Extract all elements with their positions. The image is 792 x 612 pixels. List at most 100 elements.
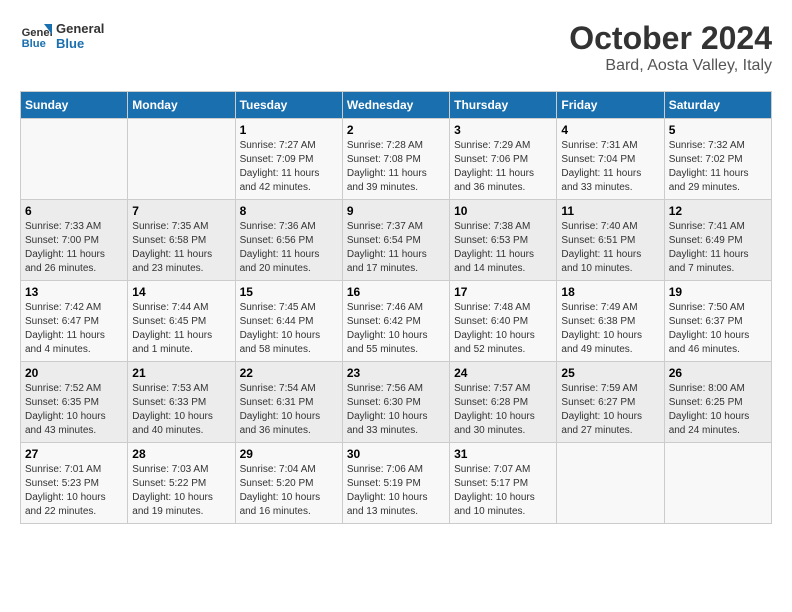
calendar-cell: 16 Sunrise: 7:46 AMSunset: 6:42 PMDayligh… <box>342 281 449 362</box>
calendar-cell: 10Sunrise: 7:38 AMSunset: 6:53 PMDayligh… <box>450 200 557 281</box>
day-number: 1 <box>240 123 338 137</box>
day-info: Sunrise: 7:45 AMSunset: 6:44 PMDaylight:… <box>240 301 338 357</box>
calendar-cell: 2Sunrise: 7:28 AMSunset: 7:08 PMDaylight… <box>342 119 449 200</box>
day-number: 19 <box>669 285 767 299</box>
calendar-cell: 19 Sunrise: 7:50 AMSunset: 6:37 PMDayligh… <box>664 281 771 362</box>
calendar-cell: 27Sunrise: 7:01 AMSunset: 5:23 PMDayligh… <box>21 443 128 524</box>
weekday-header: Sunday <box>21 92 128 119</box>
calendar-cell: 18Sunrise: 7:49 AMSunset: 6:38 PMDayligh… <box>557 281 664 362</box>
calendar-title: October 2024 <box>569 20 772 57</box>
day-info: Sunrise: 7:28 AMSunset: 7:08 PMDaylight:… <box>347 139 445 195</box>
weekday-header: Thursday <box>450 92 557 119</box>
day-info: Sunrise: 7:49 AMSunset: 6:38 PMDaylight:… <box>561 301 659 357</box>
day-info: Sunrise: 7:31 AMSunset: 7:04 PMDaylight:… <box>561 139 659 195</box>
calendar-cell: 7Sunrise: 7:35 AMSunset: 6:58 PMDaylight… <box>128 200 235 281</box>
day-number: 31 <box>454 447 552 461</box>
day-number: 14 <box>132 285 230 299</box>
calendar-cell: 14 Sunrise: 7:44 AMSunset: 6:45 PMDayligh… <box>128 281 235 362</box>
weekday-header: Monday <box>128 92 235 119</box>
calendar-cell: 30 Sunrise: 7:06 AMSunset: 5:19 PMDayligh… <box>342 443 449 524</box>
calendar-cell <box>664 443 771 524</box>
day-number: 30 <box>347 447 445 461</box>
title-block: October 2024 Bard, Aosta Valley, Italy <box>569 20 772 75</box>
day-info: Sunrise: 7:42 AMSunset: 6:47 PMDaylight:… <box>25 301 123 357</box>
calendar-cell <box>557 443 664 524</box>
calendar-cell: 23Sunrise: 7:56 AMSunset: 6:30 PMDayligh… <box>342 362 449 443</box>
day-info: Sunrise: 7:46 AMSunset: 6:42 PMDaylight:… <box>347 301 445 357</box>
day-info: Sunrise: 7:27 AMSunset: 7:09 PMDaylight:… <box>240 139 338 195</box>
svg-text:Blue: Blue <box>22 38 46 50</box>
calendar-cell: 11 Sunrise: 7:40 AMSunset: 6:51 PMDayligh… <box>557 200 664 281</box>
calendar-subtitle: Bard, Aosta Valley, Italy <box>569 57 772 75</box>
calendar-week-row: 27Sunrise: 7:01 AMSunset: 5:23 PMDayligh… <box>21 443 772 524</box>
day-info: Sunrise: 7:59 AMSunset: 6:27 PMDaylight:… <box>561 382 659 438</box>
weekday-header: Saturday <box>664 92 771 119</box>
calendar-week-row: 20Sunrise: 7:52 AMSunset: 6:35 PMDayligh… <box>21 362 772 443</box>
calendar-cell: 6 Sunrise: 7:33 AMSunset: 7:00 PMDaylight… <box>21 200 128 281</box>
day-number: 17 <box>454 285 552 299</box>
calendar-cell: 5 Sunrise: 7:32 AMSunset: 7:02 PMDaylight… <box>664 119 771 200</box>
calendar-cell: 8 Sunrise: 7:36 AMSunset: 6:56 PMDaylight… <box>235 200 342 281</box>
logo: General Blue General Blue <box>20 20 104 52</box>
day-info: Sunrise: 7:54 AMSunset: 6:31 PMDaylight:… <box>240 382 338 438</box>
calendar-cell: 24Sunrise: 7:57 AMSunset: 6:28 PMDayligh… <box>450 362 557 443</box>
calendar-cell: 13 Sunrise: 7:42 AMSunset: 6:47 PMDayligh… <box>21 281 128 362</box>
day-number: 29 <box>240 447 338 461</box>
day-info: Sunrise: 7:07 AMSunset: 5:17 PMDaylight:… <box>454 463 552 519</box>
day-info: Sunrise: 7:33 AMSunset: 7:00 PMDaylight:… <box>25 220 123 276</box>
calendar-week-row: 13 Sunrise: 7:42 AMSunset: 6:47 PMDayligh… <box>21 281 772 362</box>
calendar-cell: 21Sunrise: 7:53 AMSunset: 6:33 PMDayligh… <box>128 362 235 443</box>
day-number: 6 <box>25 204 123 218</box>
logo-icon: General Blue <box>20 20 52 52</box>
day-number: 21 <box>132 366 230 380</box>
day-number: 13 <box>25 285 123 299</box>
day-info: Sunrise: 7:57 AMSunset: 6:28 PMDaylight:… <box>454 382 552 438</box>
day-number: 23 <box>347 366 445 380</box>
calendar-week-row: 1 Sunrise: 7:27 AMSunset: 7:09 PMDaylight… <box>21 119 772 200</box>
day-info: Sunrise: 7:40 AMSunset: 6:51 PMDaylight:… <box>561 220 659 276</box>
weekday-header: Tuesday <box>235 92 342 119</box>
calendar-cell: 12 Sunrise: 7:41 AMSunset: 6:49 PMDayligh… <box>664 200 771 281</box>
day-info: Sunrise: 7:50 AMSunset: 6:37 PMDaylight:… <box>669 301 767 357</box>
day-info: Sunrise: 7:06 AMSunset: 5:19 PMDaylight:… <box>347 463 445 519</box>
day-number: 26 <box>669 366 767 380</box>
day-number: 27 <box>25 447 123 461</box>
day-info: Sunrise: 7:35 AMSunset: 6:58 PMDaylight:… <box>132 220 230 276</box>
day-number: 20 <box>25 366 123 380</box>
svg-text:General: General <box>22 27 52 39</box>
calendar-cell: 17 Sunrise: 7:48 AMSunset: 6:40 PMDayligh… <box>450 281 557 362</box>
day-info: Sunrise: 7:04 AMSunset: 5:20 PMDaylight:… <box>240 463 338 519</box>
page-header: General Blue General Blue October 2024 B… <box>20 20 772 75</box>
day-info: Sunrise: 7:29 AMSunset: 7:06 PMDaylight:… <box>454 139 552 195</box>
weekday-header: Friday <box>557 92 664 119</box>
calendar-cell: 28Sunrise: 7:03 AMSunset: 5:22 PMDayligh… <box>128 443 235 524</box>
calendar-table: SundayMondayTuesdayWednesdayThursdayFrid… <box>20 91 772 524</box>
day-info: Sunrise: 7:32 AMSunset: 7:02 PMDaylight:… <box>669 139 767 195</box>
day-info: Sunrise: 7:36 AMSunset: 6:56 PMDaylight:… <box>240 220 338 276</box>
weekday-header: Wednesday <box>342 92 449 119</box>
day-info: Sunrise: 7:44 AMSunset: 6:45 PMDaylight:… <box>132 301 230 357</box>
calendar-cell: 20Sunrise: 7:52 AMSunset: 6:35 PMDayligh… <box>21 362 128 443</box>
day-info: Sunrise: 7:41 AMSunset: 6:49 PMDaylight:… <box>669 220 767 276</box>
calendar-cell: 22Sunrise: 7:54 AMSunset: 6:31 PMDayligh… <box>235 362 342 443</box>
calendar-cell <box>128 119 235 200</box>
day-info: Sunrise: 7:48 AMSunset: 6:40 PMDaylight:… <box>454 301 552 357</box>
logo-blue: Blue <box>56 36 104 51</box>
day-number: 16 <box>347 285 445 299</box>
day-info: Sunrise: 7:37 AMSunset: 6:54 PMDaylight:… <box>347 220 445 276</box>
day-number: 10 <box>454 204 552 218</box>
calendar-cell: 25Sunrise: 7:59 AMSunset: 6:27 PMDayligh… <box>557 362 664 443</box>
calendar-cell: 1 Sunrise: 7:27 AMSunset: 7:09 PMDaylight… <box>235 119 342 200</box>
day-number: 5 <box>669 123 767 137</box>
day-number: 28 <box>132 447 230 461</box>
calendar-cell: 3Sunrise: 7:29 AMSunset: 7:06 PMDaylight… <box>450 119 557 200</box>
calendar-cell: 31 Sunrise: 7:07 AMSunset: 5:17 PMDayligh… <box>450 443 557 524</box>
day-number: 12 <box>669 204 767 218</box>
day-number: 15 <box>240 285 338 299</box>
day-number: 9 <box>347 204 445 218</box>
weekday-header-row: SundayMondayTuesdayWednesdayThursdayFrid… <box>21 92 772 119</box>
day-number: 11 <box>561 204 659 218</box>
day-number: 8 <box>240 204 338 218</box>
calendar-cell: 15 Sunrise: 7:45 AMSunset: 6:44 PMDayligh… <box>235 281 342 362</box>
calendar-cell: 26Sunrise: 8:00 AMSunset: 6:25 PMDayligh… <box>664 362 771 443</box>
